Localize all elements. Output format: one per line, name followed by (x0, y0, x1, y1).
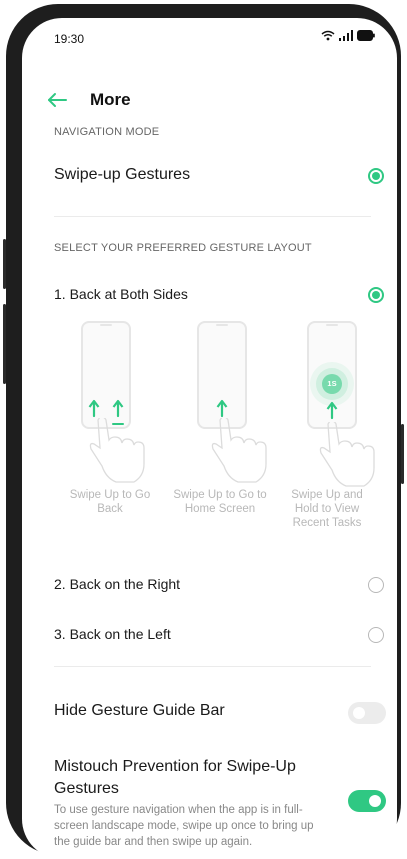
gesture-option-both-sides[interactable]: 1. Back at Both Sides (54, 286, 188, 302)
caption-swipe-back: Swipe Up to Go Back (69, 489, 151, 515)
hand-icon (89, 418, 145, 483)
volume-button (3, 239, 6, 289)
hold-time-badge: 1S (327, 379, 337, 388)
battery-icon (357, 30, 375, 41)
divider (54, 666, 371, 667)
status-bar: 19:30 (22, 18, 397, 54)
swipe-up-gestures-label[interactable]: Swipe-up Gestures (54, 166, 190, 184)
hide-gesture-guide-bar-toggle[interactable] (348, 702, 386, 724)
swipe-hold-illustration (307, 321, 357, 429)
swipe-home-illustration (197, 321, 247, 429)
gesture-option-right[interactable]: 2. Back on the Right (54, 576, 180, 592)
caption-swipe-home: Swipe Up to Go to Home Screen (173, 489, 267, 515)
hand-icon (211, 418, 267, 483)
mistouch-prevention-label: Mistouch Prevention for Swipe-Up Gesture… (54, 758, 296, 797)
gesture-option-right-radio[interactable] (368, 577, 384, 593)
phone-frame: 19:30 More NAVIGATION MODE Swipe-up Gest… (3, 4, 404, 859)
gesture-option-both-sides-radio[interactable] (368, 287, 384, 303)
gesture-option-left-radio[interactable] (368, 627, 384, 643)
power-button (401, 424, 404, 484)
arrow-left-icon[interactable] (44, 86, 72, 114)
hide-gesture-guide-bar-label: Hide Gesture Guide Bar (54, 702, 225, 719)
gesture-layout-label: SELECT YOUR PREFERRED GESTURE LAYOUT (54, 242, 312, 254)
page-title: More (90, 90, 131, 109)
swipe-back-illustration (81, 321, 131, 429)
swipe-up-gestures-radio[interactable] (368, 168, 384, 184)
divider (54, 216, 371, 217)
status-icons (321, 30, 375, 41)
mistouch-prevention-toggle[interactable] (348, 790, 386, 812)
signal-icon (339, 30, 353, 41)
screen: 19:30 More NAVIGATION MODE Swipe-up Gest… (22, 18, 397, 859)
status-time: 19:30 (54, 32, 85, 46)
navigation-mode-label: NAVIGATION MODE (54, 126, 160, 138)
caption-swipe-hold: Swipe Up and Hold to View Recent Tasks (291, 489, 363, 529)
mistouch-prevention-description: To use gesture navigation when the app i… (54, 804, 314, 848)
gesture-option-left[interactable]: 3. Back on the Left (54, 626, 171, 642)
header: More (22, 80, 397, 120)
volume-button (3, 304, 6, 384)
wifi-icon (321, 30, 335, 41)
